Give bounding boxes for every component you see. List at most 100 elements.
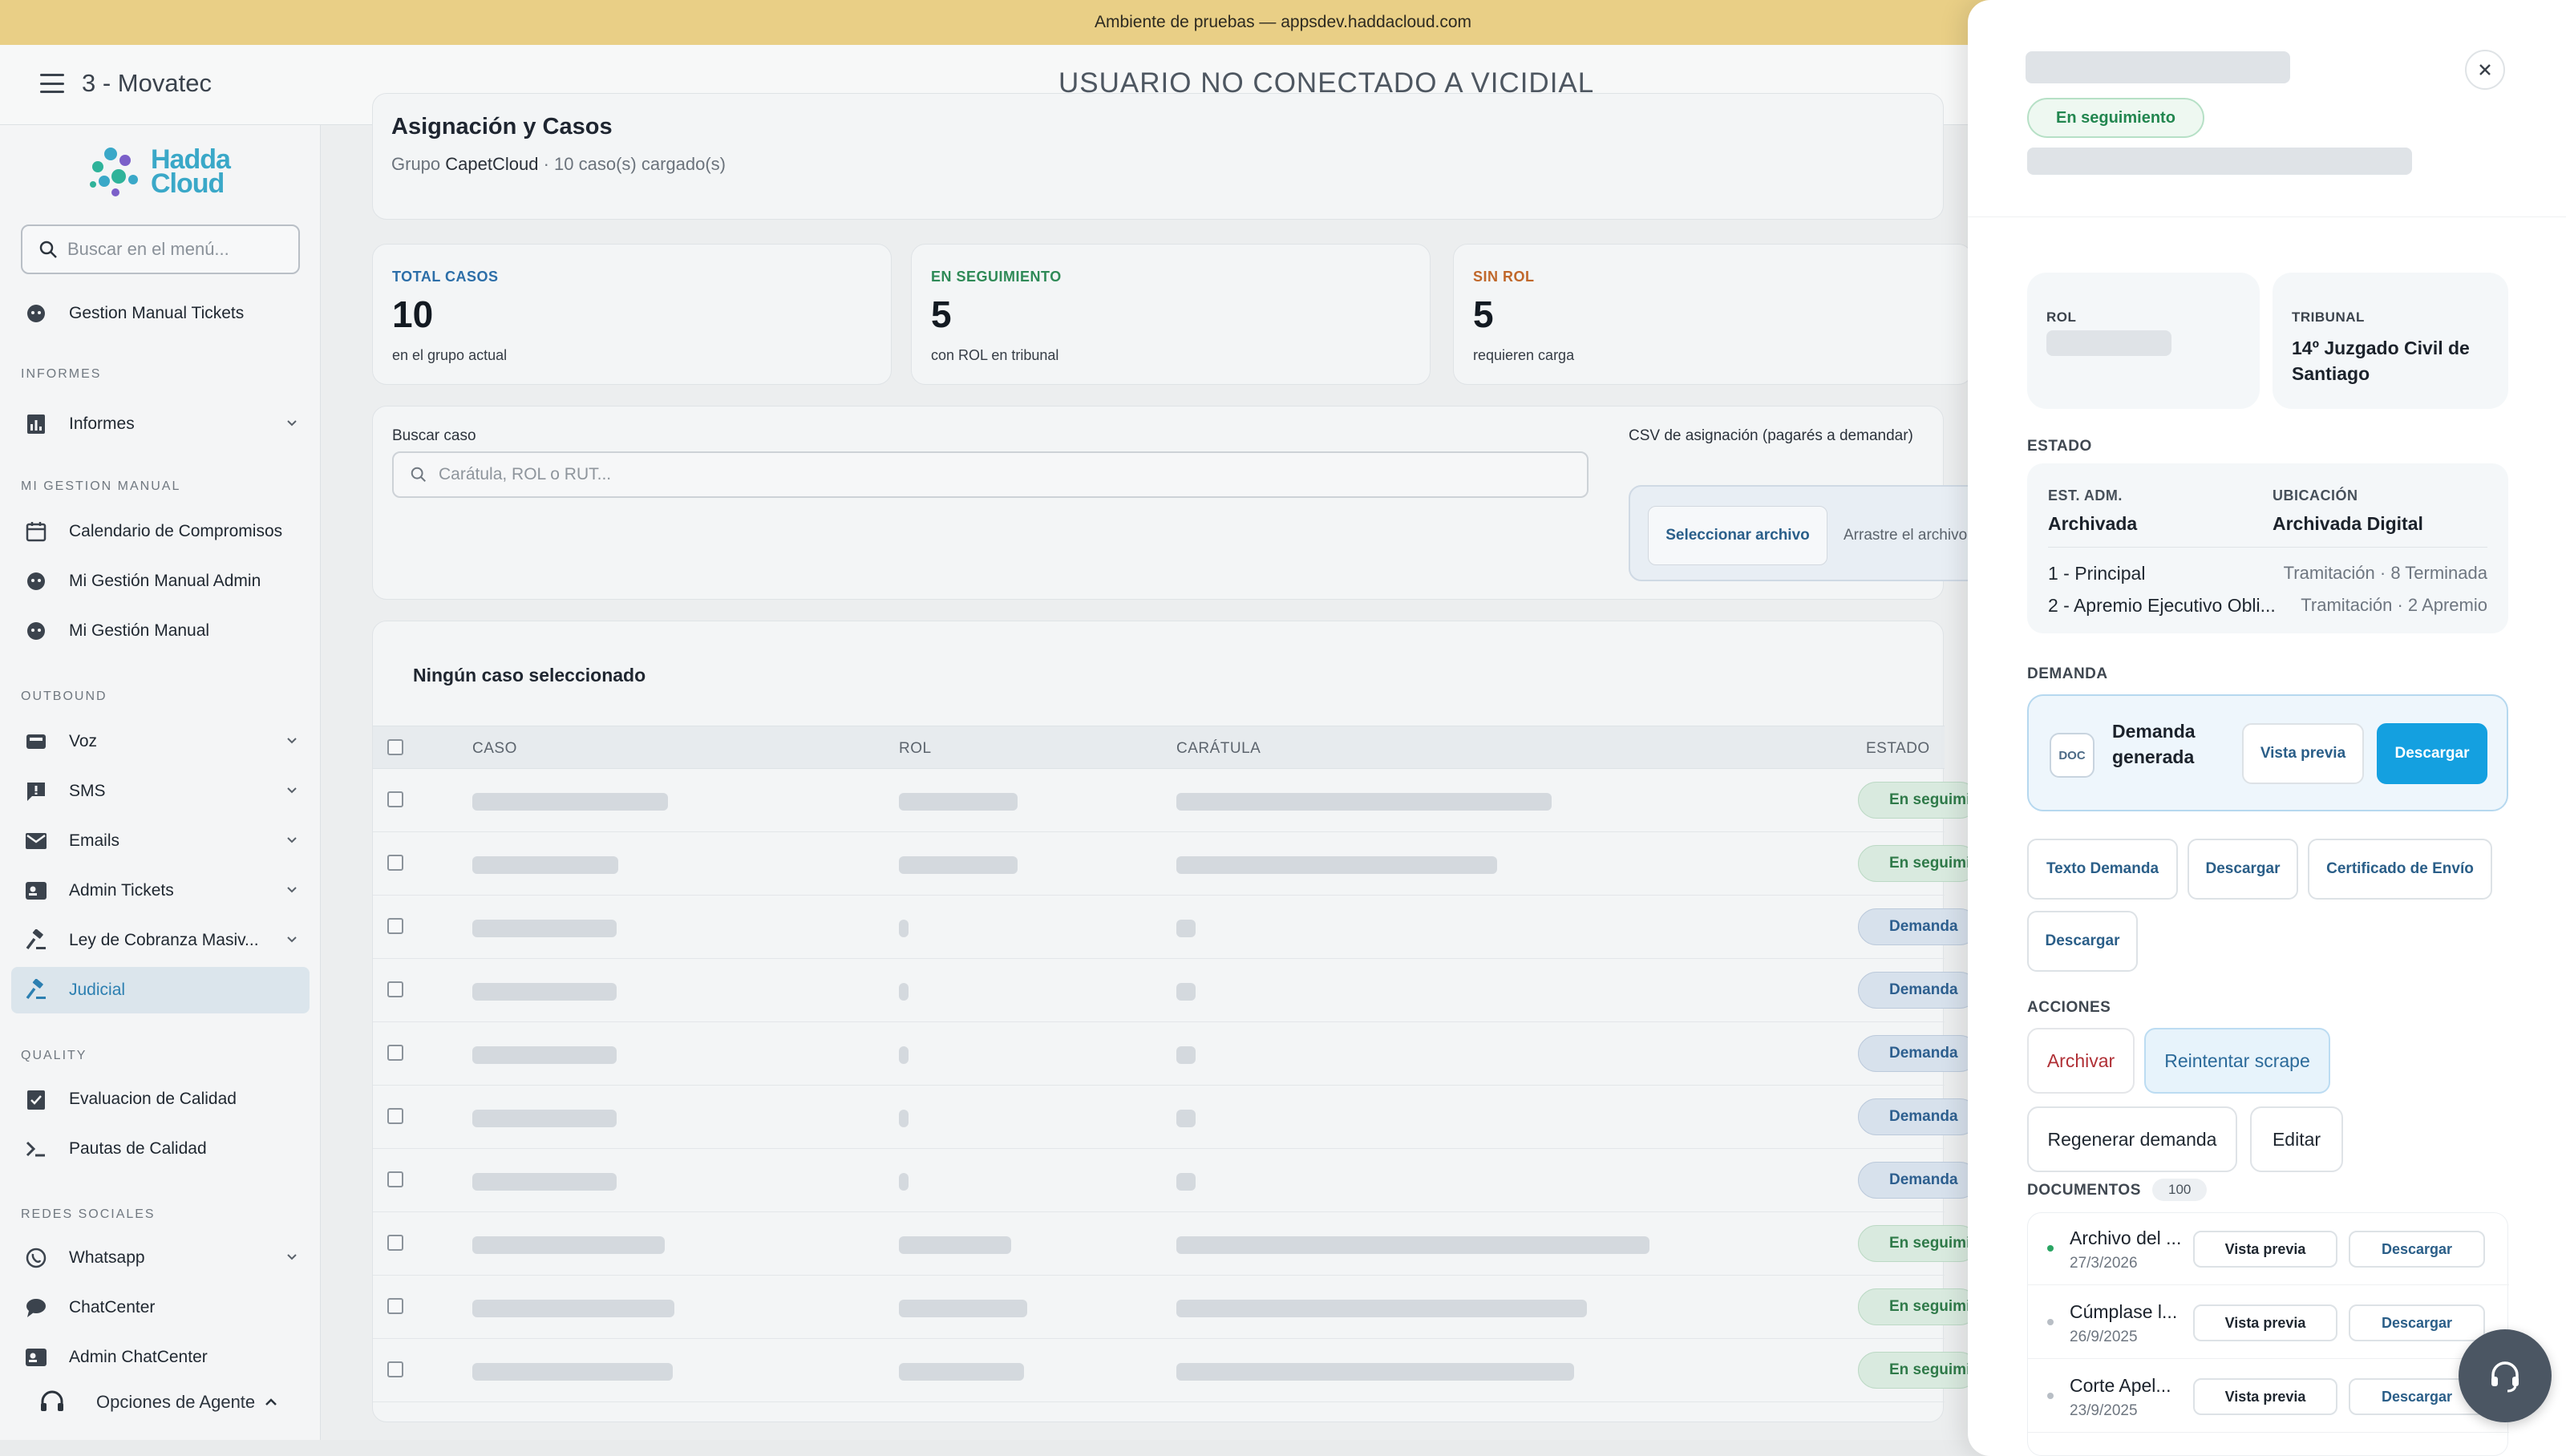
- sidebar-item-label: Gestion Manual Tickets: [69, 304, 245, 322]
- sidebar-item-label: Admin ChatCenter: [69, 1348, 208, 1366]
- sidebar-item-ley-cobranza[interactable]: Ley de Cobranza Masiv...: [11, 917, 310, 964]
- document-preview-button[interactable]: Vista previa: [2193, 1304, 2337, 1341]
- stat-card-seguimiento: EN SEGUIMIENTO 5 con ROL en tribunal: [911, 244, 1431, 385]
- case-search-label: Buscar caso: [392, 427, 476, 444]
- sidebar-item-gestion[interactable]: Mi Gestión Manual: [11, 608, 310, 654]
- sidebar-item-admin-chatcenter[interactable]: Admin ChatCenter: [11, 1334, 310, 1381]
- table-row[interactable]: En seguimiento: [373, 1339, 1978, 1402]
- row-checkbox[interactable]: [387, 1298, 403, 1314]
- document-preview-button[interactable]: Vista previa: [2193, 1378, 2337, 1415]
- row-checkbox[interactable]: [387, 981, 403, 997]
- table-row[interactable]: En seguimiento: [373, 832, 1978, 896]
- agent-options-toggle[interactable]: Opciones de Agente: [38, 1389, 279, 1416]
- close-drawer-button[interactable]: [2465, 50, 2505, 90]
- stat-label: SIN ROL: [1473, 269, 1535, 285]
- rol-redacted: [899, 1046, 909, 1064]
- table-row[interactable]: En seguimiento: [373, 1212, 1978, 1276]
- document-preview-button[interactable]: Vista previa: [2193, 1231, 2337, 1268]
- caratula-redacted: [1176, 920, 1196, 937]
- table-row[interactable]: Demanda: [373, 1022, 1978, 1086]
- select-all-checkbox[interactable]: [387, 739, 403, 755]
- sidebar-item-calendario[interactable]: Calendario de Compromisos: [11, 508, 310, 555]
- sidebar-item-informes[interactable]: Informes: [11, 401, 310, 447]
- document-date: 27/3/2026: [2070, 1255, 2138, 1272]
- table-row[interactable]: En seguimiento: [373, 1276, 1978, 1339]
- menu-icon[interactable]: [40, 74, 64, 93]
- estado-box: EST. ADM. Archivada UBICACIÓN Archivada …: [2027, 463, 2508, 633]
- agent-options-label: Opciones de Agente: [96, 1392, 256, 1412]
- regenerate-demanda-button[interactable]: Regenerar demanda: [2027, 1106, 2237, 1172]
- row-status-badge: Demanda: [1858, 972, 1978, 1009]
- case-search-box[interactable]: [392, 451, 1589, 498]
- document-download-button[interactable]: Descargar: [2349, 1304, 2485, 1341]
- gavel-icon: [24, 928, 48, 952]
- sms-icon: [24, 779, 48, 803]
- sidebar-item-label: Mi Gestión Manual: [69, 621, 210, 640]
- table-row[interactable]: Demanda: [373, 1149, 1978, 1212]
- sidebar-item-voz[interactable]: Voz: [11, 718, 310, 765]
- headset-icon: [41, 1390, 63, 1411]
- sidebar-item-emails[interactable]: Emails: [11, 818, 310, 864]
- archive-button[interactable]: Archivar: [2027, 1028, 2135, 1094]
- retry-scrape-button[interactable]: Reintentar scrape: [2144, 1028, 2330, 1094]
- document-row: Archivo del ... 27/3/2026 Vista previa Desc…: [2028, 1213, 2509, 1285]
- document-download-button[interactable]: Descargar: [2349, 1231, 2485, 1268]
- row-checkbox[interactable]: [387, 855, 403, 871]
- row-checkbox[interactable]: [387, 1171, 403, 1187]
- select-file-button[interactable]: Seleccionar archivo: [1648, 506, 1827, 565]
- menu-search-box[interactable]: [21, 224, 300, 274]
- search-icon: [39, 241, 57, 258]
- subtitle-suffix: · 10 caso(s) cargado(s): [543, 154, 726, 174]
- section-redes-sociales: REDES SOCIALES: [21, 1207, 156, 1221]
- table-row[interactable]: Demanda: [373, 959, 1978, 1022]
- edit-button[interactable]: Editar: [2250, 1106, 2343, 1172]
- section-informes: INFORMES: [21, 367, 102, 381]
- close-icon: [2479, 64, 2491, 75]
- doc-file-icon: DOC: [2050, 733, 2094, 778]
- stat-note: con ROL en tribunal: [931, 347, 1059, 363]
- sidebar-item-admin-tickets[interactable]: Admin Tickets: [11, 868, 310, 914]
- rol-redacted: [899, 1110, 909, 1127]
- row-checkbox[interactable]: [387, 1361, 403, 1377]
- case-search-input[interactable]: [439, 465, 1561, 484]
- sidebar-item-whatsapp[interactable]: Whatsapp: [11, 1235, 310, 1281]
- sidebar-item-evaluacion[interactable]: Evaluacion de Calidad: [11, 1076, 310, 1122]
- case-id-redacted: [472, 1363, 673, 1381]
- headset-icon: [2491, 1361, 2519, 1393]
- row-checkbox[interactable]: [387, 1108, 403, 1124]
- row-status-badge: Demanda: [1858, 908, 1978, 945]
- caratula-redacted: [1176, 1300, 1587, 1317]
- row-status-badge: En seguimiento: [1858, 845, 1978, 882]
- column-header-caratula: CARÁTULA: [1176, 740, 1261, 757]
- texto-demanda-button[interactable]: Texto Demanda: [2027, 839, 2178, 900]
- sidebar-item-chatcenter[interactable]: ChatCenter: [11, 1284, 310, 1331]
- certificado-download-button[interactable]: Descargar: [2027, 911, 2138, 972]
- texto-demanda-download-button[interactable]: Descargar: [2188, 839, 2298, 900]
- row-checkbox[interactable]: [387, 791, 403, 807]
- chevron-down-icon: [287, 787, 297, 794]
- sidebar-item-gestion-manual-tickets[interactable]: Gestion Manual Tickets: [11, 290, 310, 337]
- table-row[interactable]: En seguimiento: [373, 769, 1978, 832]
- row-checkbox[interactable]: [387, 1045, 403, 1061]
- rol-label: ROL: [2046, 309, 2077, 325]
- sidebar-item-judicial[interactable]: Judicial: [11, 967, 310, 1013]
- logo-text-cloud: Cloud: [151, 168, 225, 199]
- sidebar-item-label: Mi Gestión Manual Admin: [69, 572, 261, 590]
- table-row[interactable]: Demanda: [373, 1086, 1978, 1149]
- menu-search-input[interactable]: [67, 239, 284, 260]
- row-checkbox[interactable]: [387, 918, 403, 934]
- demanda-download-button[interactable]: Descargar: [2377, 723, 2487, 784]
- sidebar-item-gestion-admin[interactable]: Mi Gestión Manual Admin: [11, 558, 310, 605]
- case-status-badge: En seguimiento: [2027, 98, 2204, 138]
- rol-redacted: [899, 983, 909, 1001]
- support-chat-button[interactable]: [2459, 1329, 2552, 1422]
- table-row[interactable]: Demanda: [373, 896, 1978, 959]
- caratula-redacted: [1176, 983, 1196, 1001]
- sidebar-item-sms[interactable]: SMS: [11, 768, 310, 815]
- sidebar-item-pautas[interactable]: Pautas de Calidad: [11, 1126, 310, 1172]
- ubicacion-value: Archivada Digital: [2273, 513, 2423, 534]
- certificado-envio-button[interactable]: Certificado de Envío: [2308, 839, 2492, 900]
- csv-drop-zone[interactable]: Seleccionar archivo Arrastre el archivo: [1629, 485, 1981, 581]
- demanda-preview-button[interactable]: Vista previa: [2242, 723, 2364, 784]
- row-checkbox[interactable]: [387, 1235, 403, 1251]
